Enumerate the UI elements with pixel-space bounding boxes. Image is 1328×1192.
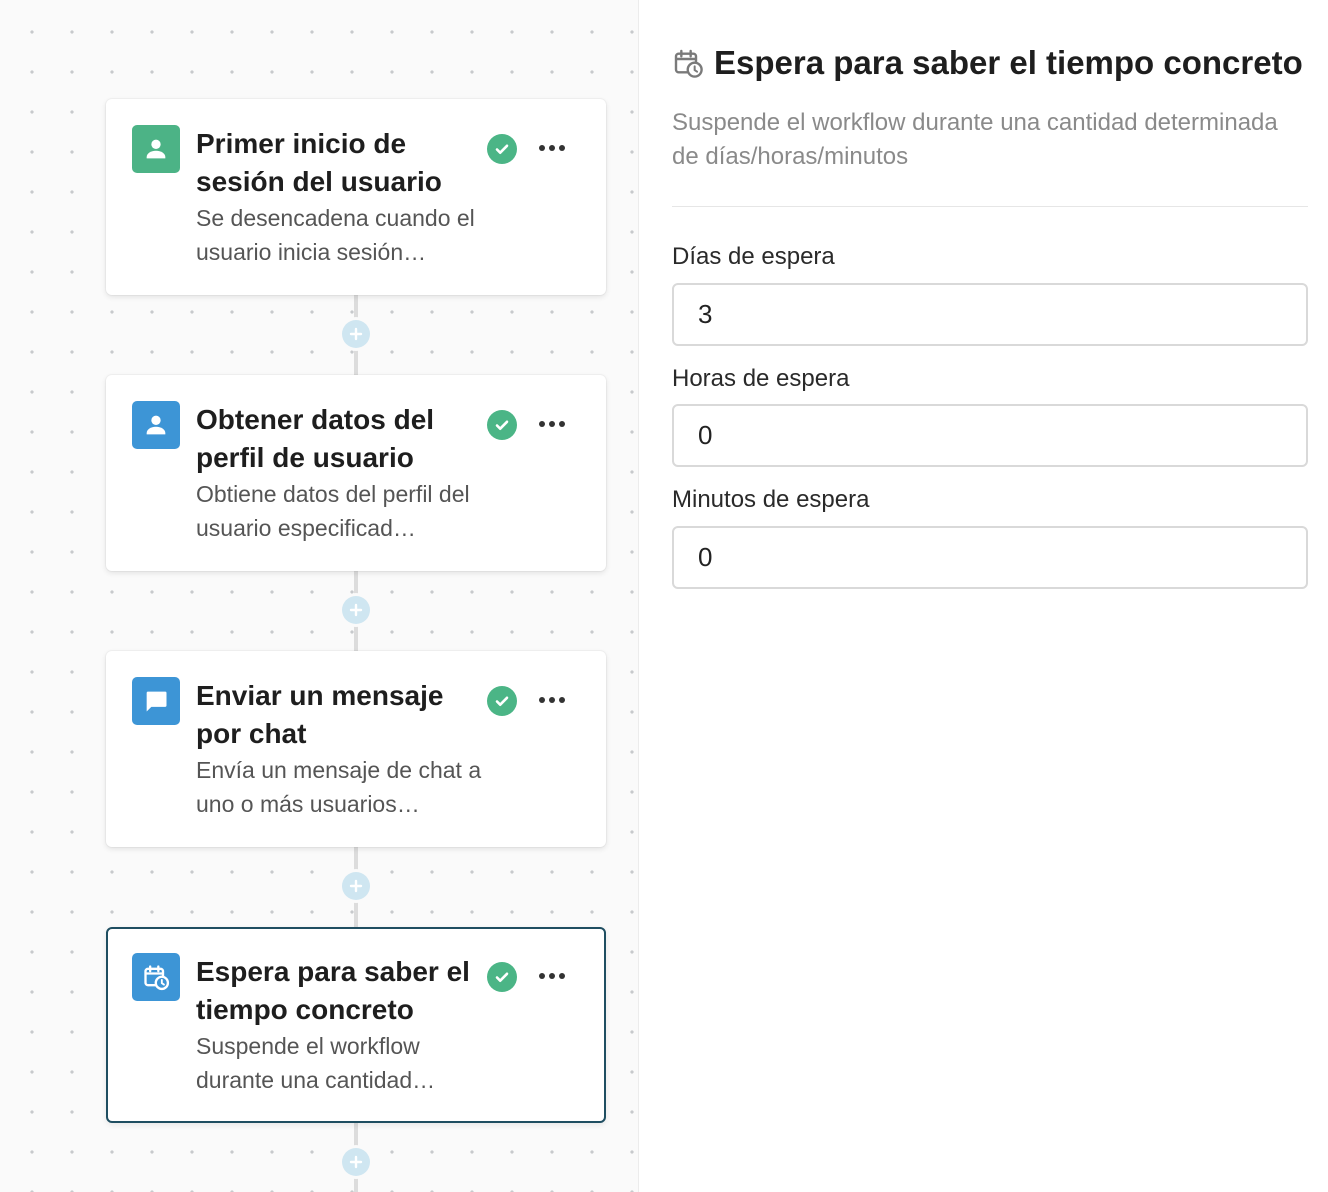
add-step-button[interactable]: [342, 596, 370, 624]
calendar-clock-icon: [132, 953, 180, 1001]
panel-title: Espera para saber el tiempo concreto: [714, 44, 1303, 81]
node-description: Obtiene datos del perfil del usuario esp…: [196, 481, 470, 541]
node-description: Suspende el workflow durante una cantida…: [196, 1033, 436, 1093]
node-title: Espera para saber el tiempo concreto: [196, 956, 470, 1025]
panel-header: Espera para saber el tiempo concreto: [672, 44, 1303, 82]
workflow-node[interactable]: Primer inicio de sesión del usuario Se d…: [106, 99, 606, 295]
check-icon: [487, 134, 517, 164]
node-title: Obtener datos del perfil de usuario: [196, 404, 435, 473]
plus-icon: [349, 603, 363, 617]
node-title: Primer inicio de sesión del usuario: [196, 128, 442, 197]
user-icon: [132, 401, 180, 449]
add-step-button[interactable]: [342, 1148, 370, 1176]
minutes-input[interactable]: [672, 526, 1308, 589]
node-description: Envía un mensaje de chat a uno o más usu…: [196, 757, 482, 817]
user-icon: [132, 125, 180, 173]
check-icon: [487, 962, 517, 992]
divider: [672, 206, 1308, 207]
workflow-canvas: Primer inicio de sesión del usuario Se d…: [0, 0, 639, 1192]
hours-input[interactable]: [672, 404, 1308, 467]
node-title: Enviar un mensaje por chat: [196, 680, 444, 749]
field-label-minutes: Minutos de espera: [672, 486, 870, 513]
calendar-clock-icon: [674, 49, 703, 78]
workflow-node[interactable]: Obtener datos del perfil de usuario Obti…: [106, 375, 606, 571]
add-step-button[interactable]: [342, 320, 370, 348]
workflow-node-selected[interactable]: Espera para saber el tiempo concreto Sus…: [106, 927, 606, 1123]
field-label-days: Días de espera: [672, 243, 835, 270]
plus-icon: [349, 1155, 363, 1169]
check-icon: [487, 686, 517, 716]
chat-icon: [132, 677, 180, 725]
check-icon: [487, 410, 517, 440]
more-options-button[interactable]: [534, 411, 570, 437]
add-step-button[interactable]: [342, 872, 370, 900]
plus-icon: [349, 327, 363, 341]
workflow-node[interactable]: Enviar un mensaje por chat Envía un mens…: [106, 651, 606, 847]
panel-subtitle: Suspende el workflow durante una cantida…: [672, 109, 1278, 170]
days-input[interactable]: [672, 283, 1308, 346]
more-options-button[interactable]: [534, 135, 570, 161]
plus-icon: [349, 879, 363, 893]
field-label-hours: Horas de espera: [672, 365, 850, 392]
more-options-button[interactable]: [534, 963, 570, 989]
more-options-button[interactable]: [534, 687, 570, 713]
node-description: Se desencadena cuando el usuario inicia …: [196, 205, 475, 265]
